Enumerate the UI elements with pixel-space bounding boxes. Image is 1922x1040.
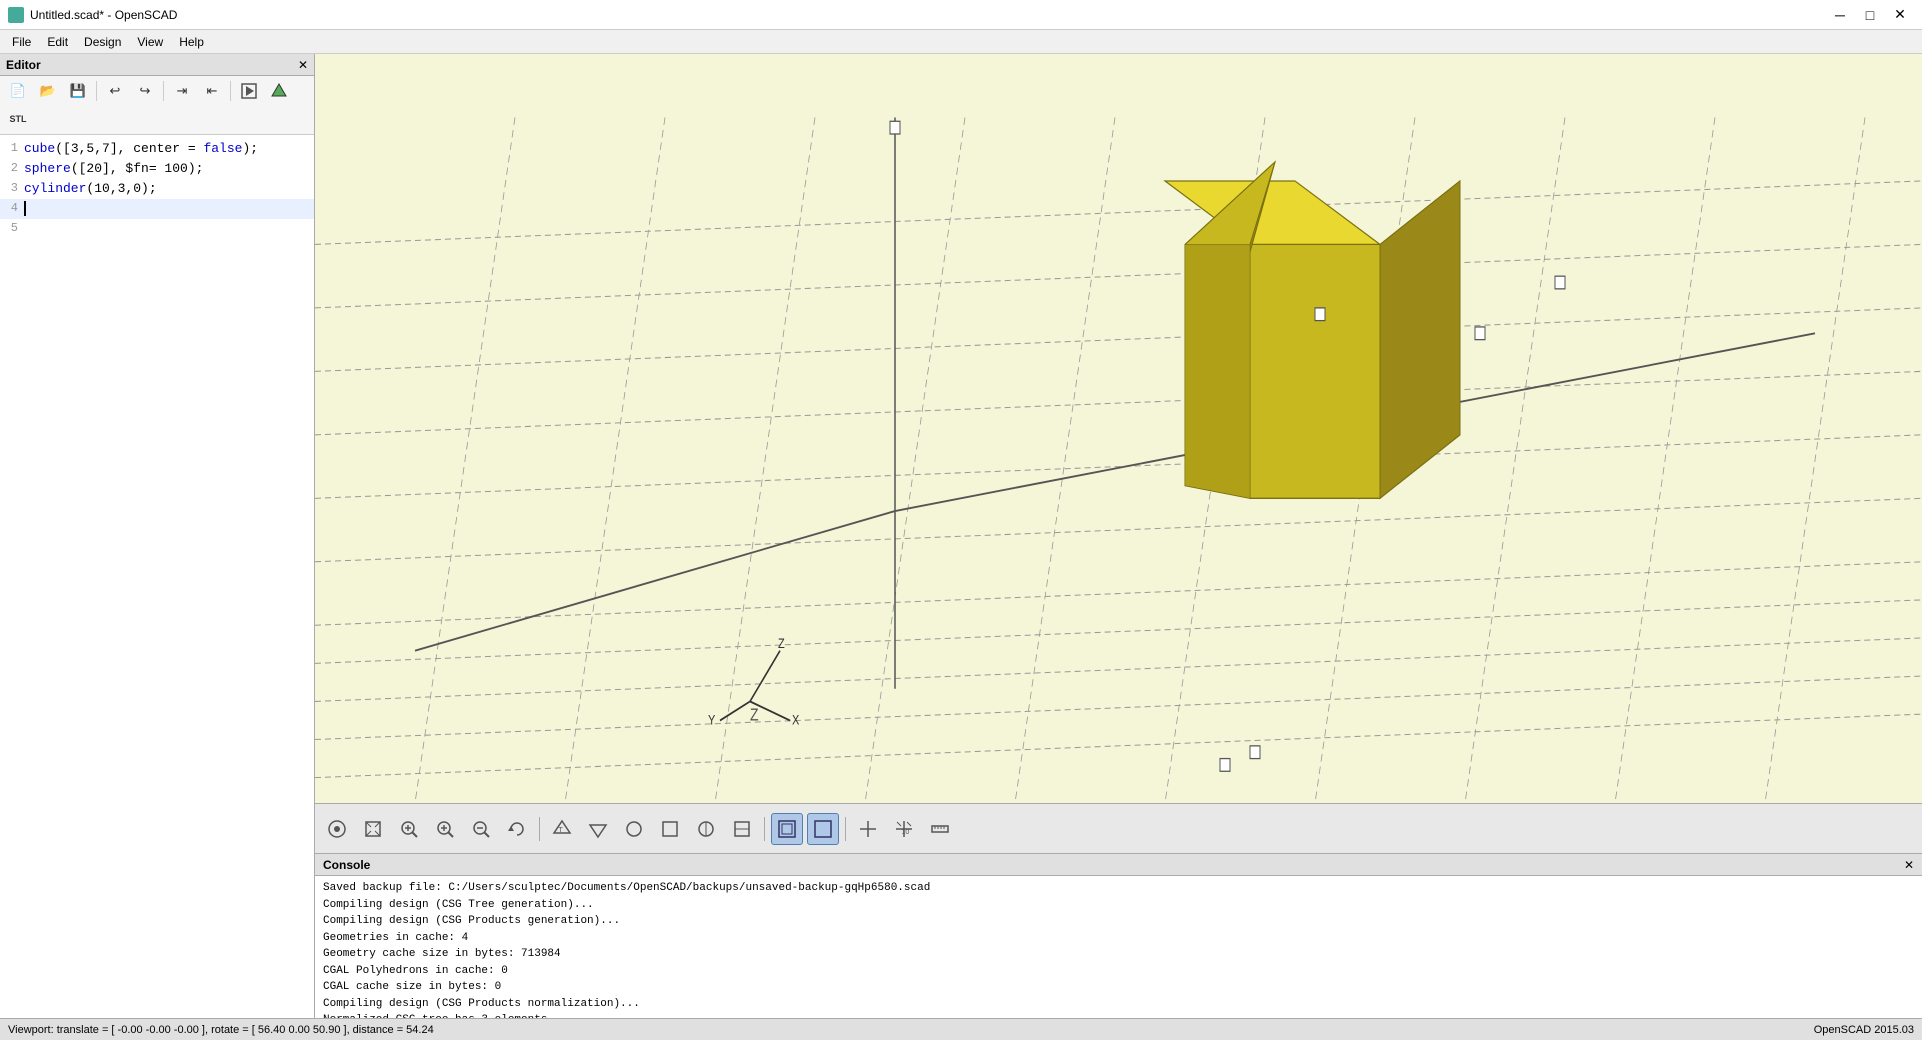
window-controls: ─ □ ✕	[1826, 4, 1914, 26]
crosshairs-button[interactable]: 10	[888, 813, 920, 845]
code-line-3: 3 cylinder(10,3,0);	[0, 179, 314, 199]
line-number-4: 4	[0, 199, 24, 217]
view-front-button[interactable]	[654, 813, 686, 845]
axes-button[interactable]	[852, 813, 884, 845]
editor-title: Editor	[6, 58, 41, 72]
editor-toolbar: 📄 📂 💾 ↩ ↪ ⇥ ⇤ STL	[0, 76, 314, 135]
maximize-button[interactable]: □	[1856, 4, 1884, 26]
viewport-toolbar: T	[315, 803, 1922, 853]
menu-edit[interactable]: Edit	[39, 33, 76, 51]
console-line: Compiling design (CSG Products normaliza…	[323, 996, 1914, 1013]
menu-file[interactable]: File	[4, 33, 39, 51]
line-content-3: cylinder(10,3,0);	[24, 179, 314, 199]
svg-text:Z: Z	[778, 636, 785, 652]
line-number-1: 1	[0, 139, 24, 157]
svg-text:Z: Z	[750, 706, 759, 725]
app-icon	[8, 7, 24, 23]
minimize-button[interactable]: ─	[1826, 4, 1854, 26]
line-number-5: 5	[0, 219, 24, 237]
code-line-4: 4	[0, 199, 314, 219]
editor-panel: Editor ✕ 📄 📂 💾 ↩ ↪ ⇥ ⇤ STL 1	[0, 54, 315, 1018]
zoom-in-button[interactable]	[429, 813, 461, 845]
view-left-button[interactable]	[618, 813, 650, 845]
toolbar-sep-3	[230, 81, 231, 101]
view-sep-3	[845, 817, 846, 841]
window-title: Untitled.scad* - OpenSCAD	[30, 8, 177, 22]
view-sep-2	[764, 817, 765, 841]
console-line: Compiling design (CSG Tree generation)..…	[323, 897, 1914, 914]
main-area: Editor ✕ 📄 📂 💾 ↩ ↪ ⇥ ⇤ STL 1	[0, 54, 1922, 1018]
code-line-1: 1 cube([3,5,7], center = false);	[0, 139, 314, 159]
line-number-2: 2	[0, 159, 24, 177]
toolbar-sep-1	[96, 81, 97, 101]
status-left: Viewport: translate = [ -0.00 -0.00 -0.0…	[8, 1024, 434, 1036]
svg-text:10: 10	[902, 829, 910, 836]
console-close-button[interactable]: ✕	[1904, 859, 1914, 871]
export-stl-button[interactable]: STL	[4, 106, 32, 132]
view-top-button[interactable]: T	[546, 813, 578, 845]
zoom-out-button[interactable]	[465, 813, 497, 845]
ruler-button[interactable]	[924, 813, 956, 845]
view-bottom-button[interactable]	[582, 813, 614, 845]
menu-design[interactable]: Design	[76, 33, 129, 51]
console-line: Geometries in cache: 4	[323, 930, 1914, 947]
console-header: Console ✕	[315, 854, 1922, 876]
console-title: Console	[323, 858, 370, 872]
console-panel: Console ✕ Saved backup file: C:/Users/sc…	[315, 853, 1922, 1018]
console-line: Compiling design (CSG Products generatio…	[323, 913, 1914, 930]
zoom-all-button[interactable]	[393, 813, 425, 845]
menu-bar: File Edit Design View Help	[0, 30, 1922, 54]
code-editor[interactable]: 1 cube([3,5,7], center = false); 2 spher…	[0, 135, 314, 1018]
unindent-button[interactable]: ⇤	[198, 78, 226, 104]
close-button[interactable]: ✕	[1886, 4, 1914, 26]
toolbar-sep-2	[163, 81, 164, 101]
svg-text:T: T	[559, 827, 564, 834]
redo-button[interactable]: ↪	[131, 78, 159, 104]
viewport-area: Z	[315, 54, 1922, 853]
title-bar: Untitled.scad* - OpenSCAD ─ □ ✕	[0, 0, 1922, 30]
code-line-2: 2 sphere([20], $fn= 100);	[0, 159, 314, 179]
reset-view-button[interactable]	[321, 813, 353, 845]
title-bar-left: Untitled.scad* - OpenSCAD	[8, 7, 177, 23]
preview-button[interactable]	[235, 78, 263, 104]
render-button[interactable]	[265, 78, 293, 104]
open-file-button[interactable]: 📂	[34, 78, 62, 104]
svg-text:Y: Y	[708, 712, 716, 728]
indent-button[interactable]: ⇥	[168, 78, 196, 104]
orthographic-button[interactable]	[771, 813, 803, 845]
editor-close-button[interactable]: ✕	[298, 59, 308, 71]
line-content-1: cube([3,5,7], center = false);	[24, 139, 314, 159]
3d-scene: Z	[315, 54, 1922, 803]
view-back-button[interactable]	[726, 813, 758, 845]
console-line: CGAL Polyhedrons in cache: 0	[323, 963, 1914, 980]
console-line: Saved backup file: C:/Users/sculptec/Doc…	[323, 880, 1914, 897]
console-line: CGAL cache size in bytes: 0	[323, 979, 1914, 996]
line-content-4	[24, 199, 314, 219]
view-right-button[interactable]	[690, 813, 722, 845]
menu-help[interactable]: Help	[171, 33, 212, 51]
rotate-button[interactable]	[501, 813, 533, 845]
perspective-view-button[interactable]	[357, 813, 389, 845]
right-panel: Z	[315, 54, 1922, 1018]
code-line-5: 5	[0, 219, 314, 239]
save-file-button[interactable]: 💾	[64, 78, 92, 104]
undo-button[interactable]: ↩	[101, 78, 129, 104]
view-sep-1	[539, 817, 540, 841]
new-file-button[interactable]: 📄	[4, 78, 32, 104]
viewport-3d[interactable]: Z	[315, 54, 1922, 803]
line-number-3: 3	[0, 179, 24, 197]
console-content[interactable]: Saved backup file: C:/Users/sculptec/Doc…	[315, 876, 1922, 1018]
menu-view[interactable]: View	[129, 33, 171, 51]
line-content-2: sphere([20], $fn= 100);	[24, 159, 314, 179]
fullscreen-button[interactable]	[807, 813, 839, 845]
status-right: OpenSCAD 2015.03	[1814, 1024, 1914, 1036]
editor-header: Editor ✕	[0, 54, 314, 76]
console-line: Geometry cache size in bytes: 713984	[323, 946, 1914, 963]
svg-text:X: X	[792, 712, 800, 728]
status-bar: Viewport: translate = [ -0.00 -0.00 -0.0…	[0, 1018, 1922, 1040]
